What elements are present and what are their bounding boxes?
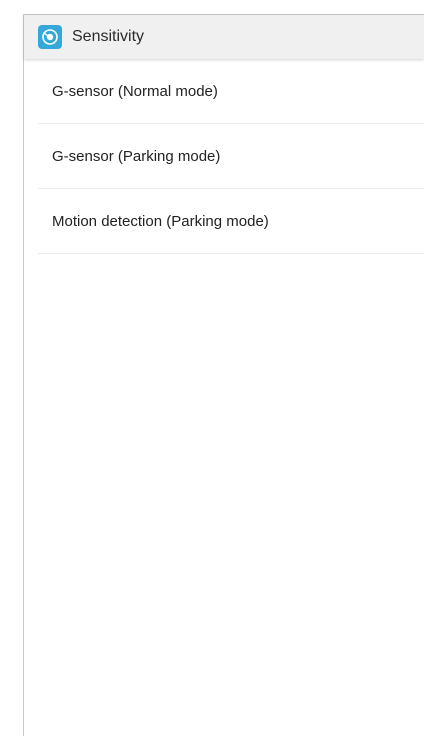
menu-item-label: Motion detection (Parking mode) [52,212,269,230]
menu-item-g-sensor-normal[interactable]: G-sensor (Normal mode) [38,59,424,124]
dashcam-app-icon [38,25,62,49]
title-bar: Sensitivity [24,15,424,59]
menu-item-g-sensor-parking[interactable]: G-sensor (Parking mode) [38,124,424,189]
page-title: Sensitivity [72,28,145,45]
menu-item-label: G-sensor (Normal mode) [52,82,218,100]
sensitivity-menu: G-sensor (Normal mode) G-sensor (Parking… [38,59,424,254]
menu-item-label: G-sensor (Parking mode) [52,147,221,165]
menu-item-motion-detection-parking[interactable]: Motion detection (Parking mode) [38,189,424,254]
settings-window: Sensitivity G-sensor (Normal mode) G-sen… [23,14,424,736]
